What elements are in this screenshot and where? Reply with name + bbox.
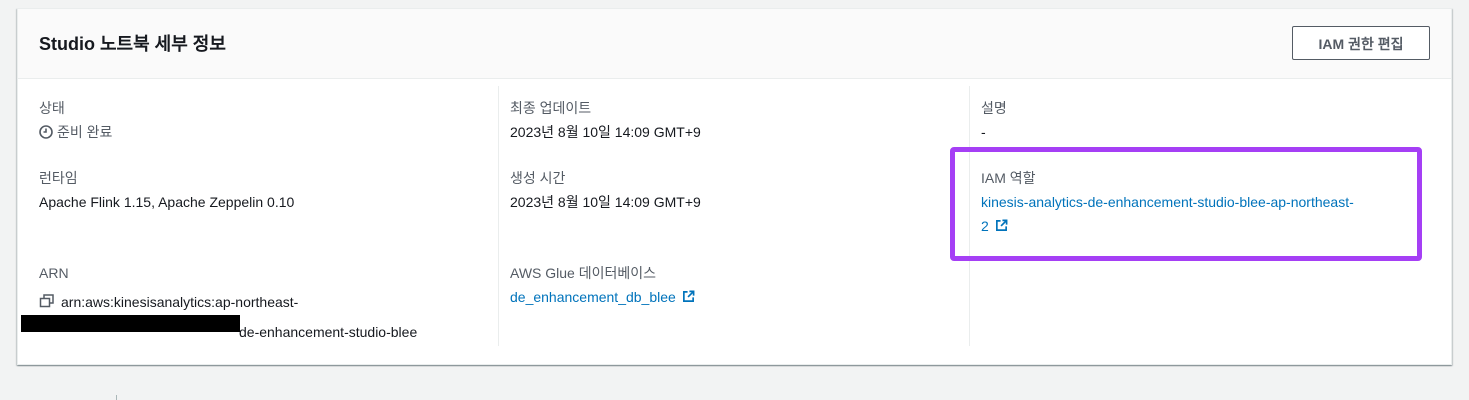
clock-icon: [39, 125, 53, 139]
status-value-row: 준비 완료: [39, 122, 112, 142]
description-label: 설명: [981, 100, 1007, 116]
created-time-value: 2023년 8월 10일 14:09 GMT+9: [510, 194, 701, 210]
redaction-bar: [21, 315, 240, 332]
created-time-label: 생성 시간: [510, 170, 566, 186]
glue-database-link[interactable]: de_enhancement_db_blee: [510, 289, 676, 305]
created-time-field: 생성 시간 2023년 8월 10일 14:09 GMT+9: [510, 168, 701, 212]
panel-header: Studio 노트북 세부 정보 IAM 권한 편집: [18, 9, 1451, 79]
column-divider: [498, 86, 499, 346]
runtime-label: 런타임: [39, 170, 78, 186]
arn-value-line1: arn:aws:kinesisanalytics:ap-northeast-: [61, 294, 299, 310]
external-link-icon[interactable]: [682, 290, 695, 303]
status-field: 상태 준비 완료: [39, 98, 112, 142]
annotation-highlight-box: [950, 147, 1422, 261]
description-value: -: [981, 124, 986, 140]
arn-label: ARN: [39, 265, 69, 281]
glue-database-label: AWS Glue 데이터베이스: [510, 265, 657, 281]
last-updated-field: 최종 업데이트 2023년 8월 10일 14:09 GMT+9: [510, 98, 701, 142]
last-updated-value: 2023년 8월 10일 14:09 GMT+9: [510, 124, 701, 140]
arn-value-row: arn:aws:kinesisanalytics:ap-northeast-: [39, 292, 417, 312]
copy-icon[interactable]: [39, 294, 55, 308]
status-value: 준비 완료: [57, 124, 113, 140]
last-updated-label: 최종 업데이트: [510, 100, 592, 116]
glue-database-row: de_enhancement_db_blee: [510, 287, 695, 307]
edit-iam-permissions-button[interactable]: IAM 권한 편집: [1292, 26, 1430, 60]
panel-title: Studio 노트북 세부 정보: [39, 34, 226, 54]
description-field: 설명 -: [981, 98, 1007, 142]
divider-tick: [116, 395, 117, 400]
runtime-field: 런타임 Apache Flink 1.15, Apache Zeppelin 0…: [39, 168, 294, 212]
glue-database-field: AWS Glue 데이터베이스 de_enhancement_db_blee: [510, 263, 695, 307]
runtime-value: Apache Flink 1.15, Apache Zeppelin 0.10: [39, 194, 295, 210]
status-label: 상태: [39, 100, 65, 116]
